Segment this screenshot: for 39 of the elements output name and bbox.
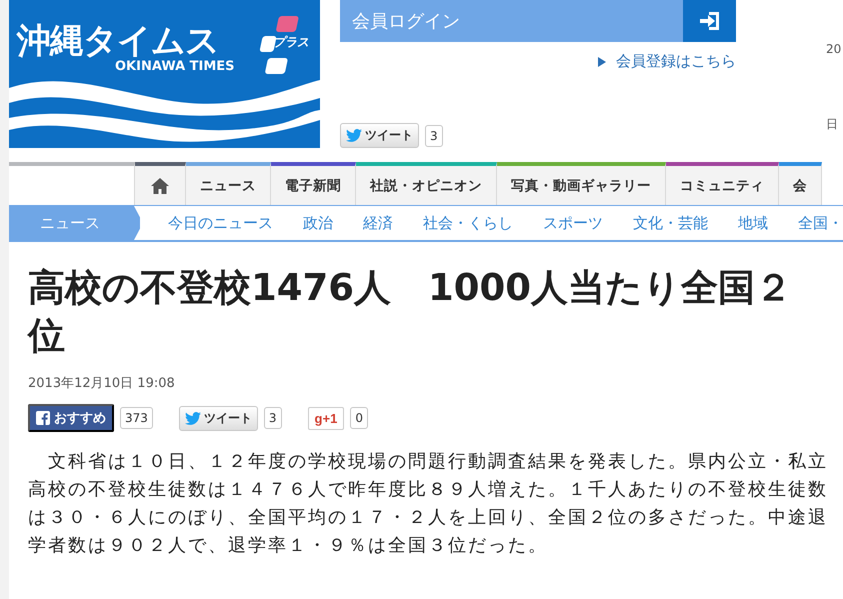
subnav-link[interactable]: 地域 — [738, 214, 768, 232]
subnav-link[interactable]: 今日のニュース — [168, 214, 273, 232]
recommend-button[interactable]: おすすめ — [28, 404, 114, 432]
share-count: 373 — [120, 407, 153, 429]
share-count: 0 — [350, 407, 368, 429]
subnav-link[interactable]: 文化・芸能 — [633, 214, 708, 232]
logo-title: 沖縄タイムス — [17, 20, 219, 61]
article-body: 文科省は１０日、１２年度の学校現場の問題行動調査結果を発表した。県内公立・私立高校の不登校生徒数は１４７６人で昨年度比８９人増えた。１千人あたりの不登校生徒数は３０・６人にのぼり、全国平均の１７・２人を上回り、全国２位の多さだった。中途退学者数は９０２人で、退学率１・９％は全国３位だった。 — [28, 450, 829, 558]
facebook-icon — [36, 411, 50, 425]
subnav-link[interactable]: スポーツ — [543, 214, 603, 232]
triangle-icon — [598, 56, 606, 66]
nav-tab[interactable]: コミュニティ — [666, 162, 779, 205]
subnav-link[interactable]: 経済 — [363, 214, 393, 232]
nav-tab[interactable]: 電子新聞 — [271, 162, 356, 205]
nav-tab[interactable]: ニュース — [186, 162, 271, 205]
nav-tab[interactable]: 会 — [779, 162, 822, 205]
article-title: 高校の不登校1476人 1000人当たり全国２位 — [28, 265, 793, 359]
bird-icon — [346, 129, 362, 142]
tweet-count: 3 — [425, 124, 443, 146]
subnav-link[interactable]: 社会・くらし — [423, 214, 513, 232]
logo-plus: プラス — [273, 34, 309, 51]
home-tab[interactable] — [135, 162, 186, 205]
google-plus-button[interactable]: g+1 — [308, 406, 344, 430]
tweet-button[interactable]: ツイート — [178, 406, 258, 430]
login-icon — [698, 11, 720, 31]
bird-icon — [184, 412, 201, 424]
nav-tab[interactable]: 社説・オピニオン — [356, 162, 497, 205]
tweet-button[interactable]: ツイート — [340, 123, 419, 148]
site-logo[interactable]: 沖縄タイムス OKINAWA TIMES プラス — [9, 0, 320, 148]
article-date: 2013年12月10日 19:08 — [28, 375, 176, 392]
register-link[interactable]: 会員登録はこちら — [616, 52, 736, 71]
nav-tab[interactable]: 写真・動画ギャラリー — [497, 162, 666, 205]
sidebar-text: 日 — [826, 116, 839, 133]
home-icon — [151, 178, 169, 194]
logo-subtitle: OKINAWA TIMES — [115, 59, 235, 74]
sidebar-text: 20 — [826, 42, 842, 56]
subnav-link[interactable]: 全国・ — [798, 214, 843, 232]
subnav-link[interactable]: 政治 — [303, 214, 333, 232]
share-count: 3 — [264, 407, 282, 429]
